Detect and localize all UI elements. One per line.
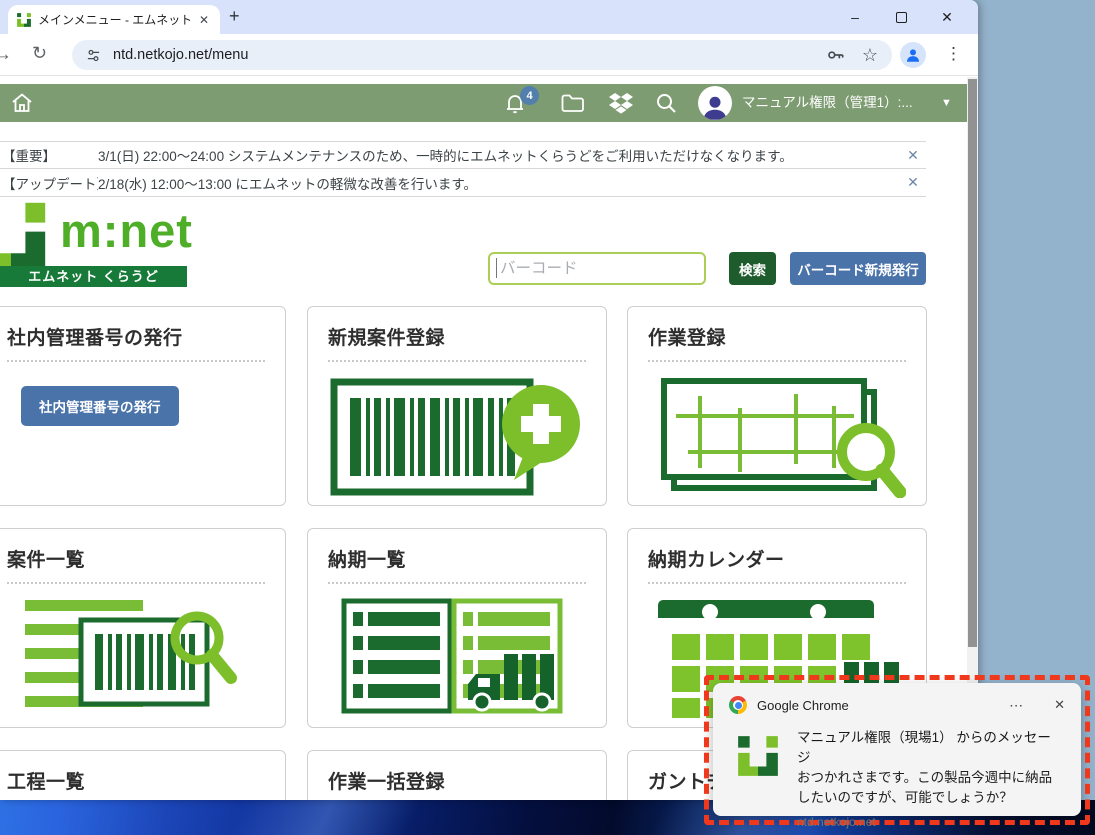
brand-logo-subtitle: エムネット くらうど [0, 266, 187, 287]
notification-count-badge: 4 [520, 86, 539, 105]
search-icon[interactable] [654, 91, 678, 120]
window-controls: – ✕ [832, 0, 970, 34]
card-title: 納期一覧 [328, 545, 586, 572]
card-title: 社内管理番号の発行 [7, 323, 265, 350]
chevron-down-icon[interactable]: ▼ [941, 97, 952, 109]
chrome-notification-toast[interactable]: Google Chrome ⋯ ✕ マニュアル権限（現場1） からのメッセージ … [713, 683, 1081, 816]
tables-truck-icon [336, 596, 576, 718]
card-title: 工程一覧 [7, 767, 265, 794]
new-tab-button[interactable]: + [229, 6, 240, 27]
card-work-register[interactable]: 作業登録 [627, 306, 927, 506]
maximize-icon [896, 12, 907, 23]
issue-barcode-button[interactable]: バーコード新規発行 [790, 252, 926, 285]
forward-icon[interactable]: → [0, 44, 12, 66]
notice-close-icon[interactable]: ✕ [900, 147, 926, 164]
toast-title: マニュアル権限（現場1） からのメッセージ [797, 728, 1063, 768]
card-separator [7, 582, 265, 584]
barcode-plus-icon [328, 376, 580, 498]
maximize-button[interactable] [878, 0, 924, 34]
card-separator [328, 360, 586, 362]
profile-person-icon [904, 46, 922, 64]
brand-logo-text: m:net [60, 207, 193, 254]
toast-content: マニュアル権限（現場1） からのメッセージ おつかれさまです。この製品今週中に納… [797, 728, 1063, 829]
password-key-icon[interactable] [826, 45, 846, 65]
list-barcode-search-icon [19, 596, 269, 718]
chrome-logo-icon [729, 696, 747, 714]
home-icon[interactable] [10, 91, 34, 120]
toast-more-icon[interactable]: ⋯ [1009, 697, 1024, 714]
notice-close-icon[interactable]: ✕ [900, 174, 926, 191]
toast-source-url: ntd.netkojo.net [797, 815, 1063, 829]
card-internal-number[interactable]: 社内管理番号の発行 社内管理番号の発行 [0, 306, 286, 506]
toast-close-icon[interactable]: ✕ [1054, 697, 1065, 713]
user-avatar[interactable] [698, 86, 732, 120]
worksheet-search-icon [648, 376, 906, 498]
notice-message: 3/1(日) 22:00〜24:00 システムメンテナンスのため、一時的にエムネ… [98, 145, 900, 165]
notice-update: 【アップデート】 2/18(水) 12:00〜13:00 にエムネットの軽微な改… [0, 169, 926, 197]
scrollbar-thumb[interactable] [968, 79, 977, 647]
toast-app-name: Google Chrome [757, 698, 1009, 713]
close-window-button[interactable]: ✕ [924, 0, 970, 34]
notice-important: 【重要】 3/1(日) 22:00〜24:00 システムメンテナンスのため、一時… [0, 141, 926, 169]
dropbox-icon[interactable] [608, 91, 634, 120]
site-settings-icon[interactable] [86, 48, 101, 63]
card-title: 作業一括登録 [328, 767, 586, 794]
card-process-list[interactable]: 工程一覧 [0, 750, 286, 800]
card-bulk-work-register[interactable]: 作業一括登録 [307, 750, 607, 800]
minimize-button[interactable]: – [832, 0, 878, 34]
mnet-app-icon [735, 733, 781, 784]
barcode-input[interactable] [488, 252, 706, 285]
notice-message: 2/18(水) 12:00〜13:00 にエムネットの軽微な改善を行います。 [98, 173, 900, 193]
card-separator [328, 582, 586, 584]
browser-tab[interactable]: メインメニュー - エムネットくらうど ✕ [8, 5, 220, 34]
folder-icon[interactable] [560, 91, 586, 120]
issue-internal-number-button[interactable]: 社内管理番号の発行 [21, 386, 179, 426]
card-separator [648, 360, 906, 362]
tab-strip: メインメニュー - エムネットくらうど ✕ + – ✕ [0, 0, 978, 34]
reload-icon[interactable]: ↻ [32, 43, 47, 64]
bookmark-star-icon[interactable]: ☆ [862, 45, 878, 66]
browser-window: メインメニュー - エムネットくらうど ✕ + – ✕ → ↻ ntd.netk… [0, 0, 978, 800]
browser-menu-icon[interactable]: ⋮ [945, 44, 962, 64]
card-title: 新規案件登録 [328, 323, 586, 350]
card-title: 作業登録 [648, 323, 906, 350]
card-new-project[interactable]: 新規案件登録 [307, 306, 607, 506]
toast-body: おつかれさまです。この製品今週中に納品したいのですが、可能でしょうか？ [797, 768, 1063, 808]
card-title: 案件一覧 [7, 545, 265, 572]
chrome-profile-avatar[interactable] [900, 42, 926, 68]
card-separator [7, 360, 265, 362]
toast-header: Google Chrome ⋯ ✕ [713, 683, 1081, 714]
url-text[interactable]: ntd.netkojo.net/menu [113, 47, 810, 63]
card-title: 納期カレンダー [648, 545, 906, 572]
tab-title: メインメニュー - エムネットくらうど [38, 11, 190, 28]
tab-close-icon[interactable]: ✕ [196, 13, 212, 27]
card-deadline-list[interactable]: 納期一覧 [307, 528, 607, 728]
notice-label: 【重要】 [0, 145, 98, 165]
card-project-list[interactable]: 案件一覧 [0, 528, 286, 728]
app-header: 4 [0, 84, 967, 122]
search-button[interactable]: 検索 [729, 252, 776, 285]
card-separator [648, 582, 906, 584]
logged-in-user-label[interactable]: マニュアル権限（管理1）:... [742, 84, 934, 122]
mnet-favicon-icon [16, 12, 32, 28]
notice-label: 【アップデート】 [0, 173, 98, 193]
avatar-person-icon [700, 92, 730, 120]
url-bar[interactable]: ntd.netkojo.net/menu ☆ [72, 40, 892, 70]
browser-toolbar: → ↻ ntd.netkojo.net/menu ☆ [0, 34, 978, 76]
text-caret [496, 258, 497, 278]
